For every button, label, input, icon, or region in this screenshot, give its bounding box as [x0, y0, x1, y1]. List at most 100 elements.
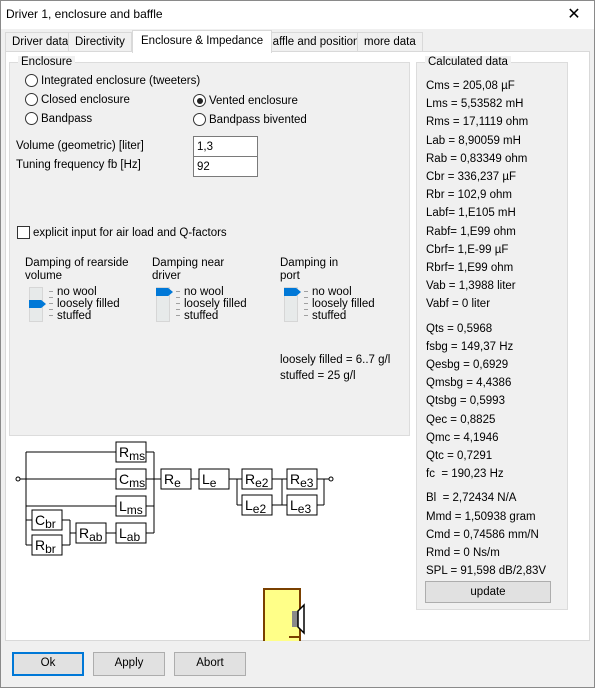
- note-stuffed: stuffed = 25 g/l: [280, 370, 356, 382]
- radio-label: Bandpass bivented: [209, 113, 307, 126]
- radio-button-selected[interactable]: [193, 94, 206, 107]
- slider-ticks: [304, 287, 308, 322]
- damping-port-slider[interactable]: [284, 287, 301, 322]
- tick: [49, 297, 53, 298]
- radio-button[interactable]: [193, 113, 206, 126]
- component-le: Le: [198, 468, 230, 490]
- level-stuffed: stuffed: [184, 310, 219, 322]
- calc-qesbg: Qesbg = 0,6929: [426, 359, 509, 372]
- calc-vab: Vab = 1,3988 liter: [426, 280, 516, 293]
- component-lms: Lms: [115, 495, 147, 517]
- calc-cbr: Cbr = 336,237 µF: [426, 171, 517, 184]
- tab-enclosure-impedance[interactable]: Enclosure & Impedance: [132, 30, 273, 53]
- calc-lab: Lab = 8,90059 mH: [426, 134, 521, 147]
- calc-mmd: Mmd = 1,50938 gram: [426, 510, 536, 523]
- component-cbr: Cbr: [31, 509, 63, 531]
- radio-bandpass[interactable]: Bandpass: [25, 112, 92, 125]
- radio-button[interactable]: [25, 112, 38, 125]
- level-loosely-filled: loosely filled: [184, 298, 247, 310]
- volume-label: Volume (geometric) [liter]: [16, 140, 144, 152]
- tick: [49, 291, 53, 292]
- radio-label: Vented enclosure: [209, 94, 298, 107]
- calc-lms: Lms = 5,53582 mH: [426, 98, 524, 111]
- radio-button[interactable]: [25, 93, 38, 106]
- slider-ticks: [176, 287, 180, 322]
- damping-rearside-slider[interactable]: [29, 287, 46, 322]
- calc-rmd: Rmd = 0 Ns/m: [426, 547, 500, 560]
- damping-near-driver-slider[interactable]: [156, 287, 173, 322]
- note-loosely-filled: loosely filled = 6..7 g/l: [280, 354, 391, 366]
- output-terminal: [328, 476, 334, 482]
- radio-label: Bandpass: [41, 112, 93, 125]
- calc-qts: Qts = 0,5968: [426, 322, 493, 335]
- ok-button[interactable]: Ok: [12, 652, 84, 676]
- tick: [176, 315, 180, 316]
- component-re2: Re2: [241, 468, 273, 490]
- close-button[interactable]: ✕: [554, 1, 594, 29]
- damping-near-driver-labels: no wool loosely filled stuffed: [184, 286, 247, 322]
- damping-rearside-labels: no wool loosely filled stuffed: [57, 286, 120, 322]
- equivalent-circuit-diagram: Rms Cms Lms Cbr Rbr Rab Lab Re Le Re2 Le2 Re3 Le3: [15, 441, 334, 642]
- level-no-wool: no wool: [184, 286, 224, 298]
- explicit-input-checkbox-row[interactable]: explicit input for air load and Q-factor…: [17, 226, 227, 239]
- explicit-input-label: explicit input for air load and Q-factor…: [33, 226, 227, 239]
- slider-thumb[interactable]: [284, 288, 301, 296]
- circuit-wires: [15, 451, 334, 546]
- speaker-icon: [297, 603, 305, 635]
- slider-thumb[interactable]: [156, 288, 173, 296]
- tick: [304, 297, 308, 298]
- component-re3: Re3: [286, 468, 318, 490]
- tick: [49, 315, 53, 316]
- enclosure-group-title: Enclosure: [18, 56, 76, 68]
- calc-qmsbg: Qmsbg = 4,4386: [426, 377, 512, 390]
- apply-button[interactable]: Apply: [93, 652, 165, 676]
- volume-input[interactable]: [193, 136, 258, 157]
- calculated-data-title: Calculated data: [425, 56, 511, 68]
- component-le3: Le3: [286, 494, 318, 516]
- tick: [304, 309, 308, 310]
- calc-vabf: Vabf = 0 liter: [426, 298, 491, 311]
- calc-rabf: Rabf= 1,E99 ohm: [426, 225, 516, 238]
- tick: [176, 297, 180, 298]
- calc-rms: Rms = 17,1119 ohm: [426, 116, 529, 129]
- component-cms: Cms: [115, 468, 147, 490]
- calc-fsbg: fsbg = 149,37 Hz: [426, 340, 514, 353]
- calc-rab: Rab = 0,83349 ohm: [426, 152, 528, 165]
- tick: [49, 309, 53, 310]
- damping-port-labels: no wool loosely filled stuffed: [312, 286, 375, 322]
- radio-integrated-enclosure[interactable]: Integrated enclosure (tweeters): [25, 74, 200, 87]
- radio-bandpass-bivented[interactable]: Bandpass bivented: [193, 113, 307, 126]
- tab-more-data[interactable]: more data: [357, 32, 423, 52]
- radio-vented-enclosure[interactable]: Vented enclosure: [193, 94, 298, 107]
- tuning-frequency-label: Tuning frequency fb [Hz]: [16, 159, 141, 171]
- tick: [304, 291, 308, 292]
- close-icon: ✕: [567, 6, 581, 23]
- driver-magnet: [292, 611, 298, 627]
- tab-baffle-position[interactable]: Baffle and position: [258, 32, 367, 52]
- component-le2: Le2: [241, 494, 273, 516]
- title-bar: Driver 1, enclosure and baffle ✕: [1, 1, 594, 29]
- tab-driver-data[interactable]: Driver data: [5, 32, 76, 52]
- tick: [304, 315, 308, 316]
- slider-thumb[interactable]: [29, 300, 46, 308]
- tab-directivity[interactable]: Directivity: [68, 32, 132, 52]
- level-stuffed: stuffed: [312, 310, 347, 322]
- radio-closed-enclosure[interactable]: Closed enclosure: [25, 93, 130, 106]
- abort-button[interactable]: Abort: [174, 652, 246, 676]
- window-title: Driver 1, enclosure and baffle: [6, 7, 163, 21]
- calc-fc: fc = 190,23 Hz: [426, 468, 504, 481]
- radio-label: Closed enclosure: [41, 93, 130, 106]
- calc-qtc: Qtc = 0,7291: [426, 450, 493, 463]
- input-terminal: [15, 476, 21, 482]
- tuning-frequency-input[interactable]: [193, 156, 258, 177]
- tick: [304, 303, 308, 304]
- explicit-input-checkbox[interactable]: [17, 226, 30, 239]
- dialog-window: Driver 1, enclosure and baffle ✕ Driver …: [0, 0, 595, 688]
- tick: [176, 309, 180, 310]
- calculated-values: Cms = 205,08 µF Lms = 5,53582 mH Rms = 1…: [426, 77, 546, 580]
- radio-button[interactable]: [25, 74, 38, 87]
- radio-label: Integrated enclosure (tweeters): [41, 74, 201, 87]
- update-button[interactable]: update: [425, 581, 551, 603]
- damping-rearside-title: Damping of rearside volume: [25, 257, 129, 282]
- tick: [49, 303, 53, 304]
